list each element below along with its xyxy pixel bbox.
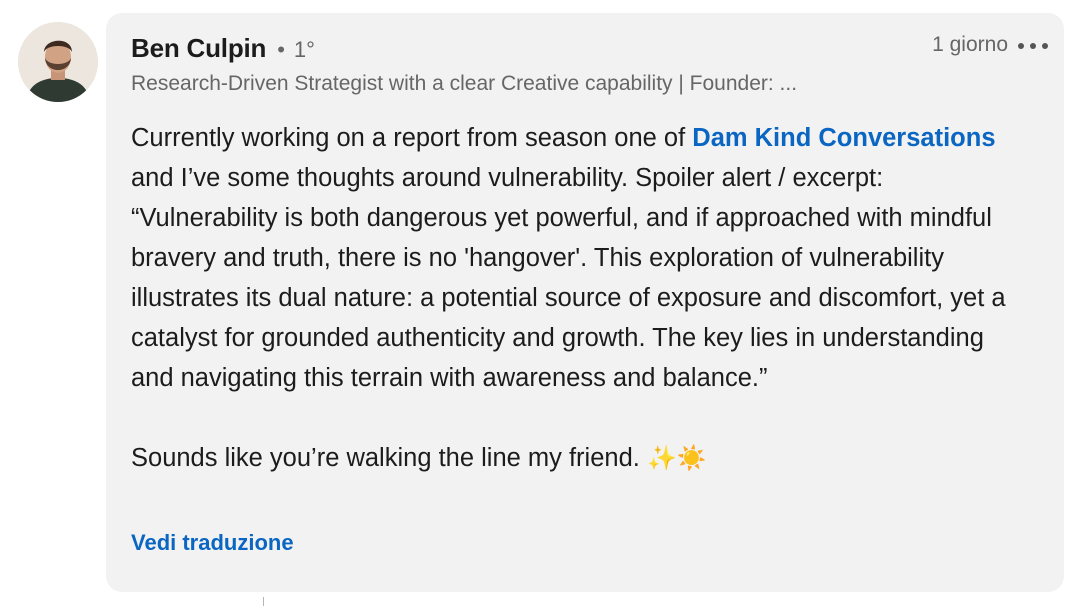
paragraph-break [131,398,1031,438]
more-options-button[interactable] [1018,39,1048,53]
more-horizontal-icon-dot [1030,43,1036,49]
connection-degree: 1° [293,37,315,62]
body-intro-text: Currently working on a report from seaso… [131,124,693,152]
comment-closing: Sounds like you’re walking the line my f… [131,438,1031,478]
separator-dot: • [277,37,285,62]
comment-bubble: Ben Culpin • 1° 1 giorno Research-Driven… [106,13,1064,592]
author-headline: Research-Driven Strategist with a clear … [131,72,798,95]
comment: Ben Culpin • 1° 1 giorno Research-Driven… [0,0,1080,606]
more-horizontal-icon-dot [1042,43,1048,49]
author-name[interactable]: Ben Culpin [131,33,266,64]
sparkles-sun-emoji-icon: ✨☀️ [646,444,707,472]
comment-timestamp: 1 giorno [932,33,1008,56]
more-horizontal-icon [1018,43,1024,49]
comment-paragraph: Currently working on a report from seaso… [131,118,1031,398]
body-main-text: and I’ve some thoughts around vulnerabil… [131,164,1006,392]
author-line: Ben Culpin • 1° [131,33,315,64]
avatar[interactable] [18,22,98,102]
comment-body: Currently working on a report from seaso… [131,118,1031,478]
avatar-image [18,22,98,102]
mention-link[interactable]: Dam Kind Conversations [692,124,995,152]
footer-divider [263,597,264,606]
body-closing-text: Sounds like you’re walking the line my f… [131,444,647,472]
see-translation-link[interactable]: Vedi traduzione [131,530,294,556]
